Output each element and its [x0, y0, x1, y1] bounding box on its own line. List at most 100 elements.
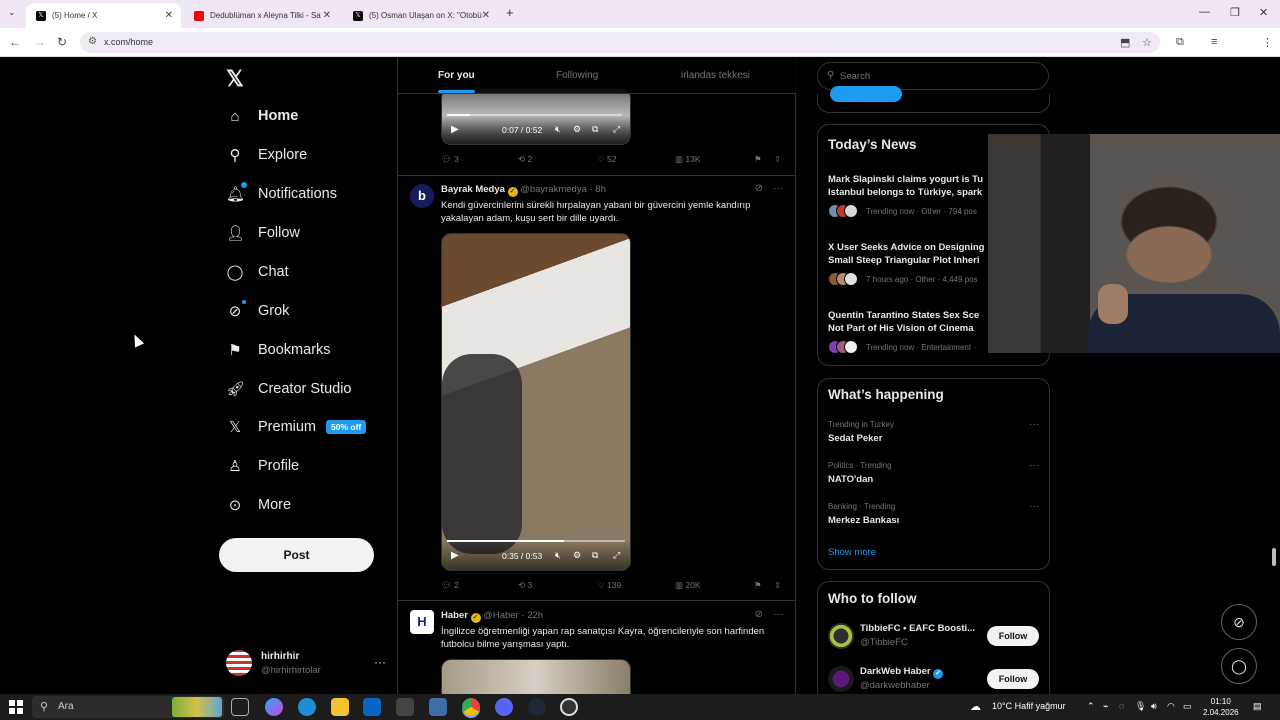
- page-scrollbar[interactable]: [1272, 548, 1276, 566]
- account-switcher[interactable]: hirhirhir @hirhirhirtolar ···: [226, 648, 386, 678]
- nav-item-premium[interactable]: 𝕏 Premium 50% off: [226, 412, 367, 442]
- share-icon[interactable]: ⇪: [774, 154, 781, 165]
- wifi-icon[interactable]: ◠: [1167, 701, 1175, 712]
- tab-irlandas-tekkesi[interactable]: irlandas tekkesi: [681, 70, 750, 81]
- settings-icon[interactable]: ⚙: [573, 124, 581, 135]
- nav-item-more[interactable]: ⊙ More: [226, 490, 291, 520]
- address-bar[interactable]: ⚙ x.com/home: [80, 32, 1160, 53]
- reply-button[interactable]: 💬︎ 2: [441, 580, 459, 591]
- tweet-author-handle[interactable]: @Haber: [483, 610, 519, 621]
- volume-icon[interactable]: 🔊︎: [1151, 701, 1157, 712]
- nav-item-bookmarks[interactable]: ⚑ Bookmarks: [226, 335, 330, 365]
- tweet-author-handle[interactable]: @bayrakmedya: [520, 184, 587, 195]
- browser-tab-x-status[interactable]: 𝕏 (5) Osman Ulaşan on X: "Otobü ✕: [343, 3, 498, 28]
- mute-icon[interactable]: 🔇︎: [555, 550, 561, 561]
- nav-item-follow[interactable]: 👤︎ Follow: [226, 218, 300, 248]
- back-icon[interactable]: ←: [9, 35, 21, 49]
- tweet-author-name[interactable]: Haber: [441, 610, 468, 621]
- tweet-time[interactable]: · 8h: [590, 184, 606, 195]
- tray-app-icon[interactable]: ◌: [1119, 701, 1124, 711]
- nav-item-notifications[interactable]: 🔔︎ Notifications: [226, 179, 337, 209]
- fullscreen-icon[interactable]: ⤢: [613, 550, 620, 561]
- tab-for-you[interactable]: For you: [438, 70, 475, 81]
- messages-fab-icon[interactable]: ◯: [1221, 648, 1257, 684]
- bookmark-icon[interactable]: ⚑: [754, 154, 762, 165]
- share-icon[interactable]: ⇪: [774, 580, 781, 591]
- restore-button[interactable]: ❐: [1230, 6, 1240, 19]
- post-button[interactable]: Post: [219, 538, 374, 572]
- close-tab-icon[interactable]: ✕: [323, 10, 331, 21]
- avatar[interactable]: b: [410, 184, 434, 208]
- like-button[interactable]: ♡ 52: [597, 154, 616, 165]
- site-info-icon[interactable]: ⚙: [88, 36, 97, 47]
- copilot-icon[interactable]: [265, 698, 283, 716]
- pip-icon[interactable]: ⧉: [592, 550, 598, 561]
- nav-item-home[interactable]: ⌂ Home: [226, 101, 298, 131]
- subscribe-button[interactable]: [830, 86, 902, 102]
- x-logo-icon[interactable]: 𝕏: [226, 66, 244, 92]
- steam-icon[interactable]: [528, 698, 546, 716]
- minimize-button[interactable]: —: [1199, 6, 1210, 18]
- tweet-time[interactable]: · 22h: [521, 610, 543, 621]
- grok-explain-icon[interactable]: ⊘: [755, 609, 763, 620]
- play-icon[interactable]: ▶: [451, 550, 459, 561]
- bookmark-star-icon[interactable]: ☆: [1142, 36, 1152, 49]
- trend-more-icon[interactable]: ···: [1029, 419, 1039, 430]
- taskbar-search[interactable]: ⚲ Ara: [32, 696, 224, 718]
- forward-icon[interactable]: →: [34, 35, 46, 49]
- tweet-more-icon[interactable]: ···: [773, 183, 783, 194]
- nav-item-explore[interactable]: ⚲ Explore: [226, 140, 308, 170]
- close-window-button[interactable]: ✕: [1259, 6, 1268, 19]
- reply-button[interactable]: 💬︎ 3: [441, 154, 459, 165]
- repost-button[interactable]: ⟲ 3: [518, 580, 532, 591]
- browser-tab-youtube[interactable]: Dedublüman x Aleyna Tilki - Sa ✕: [184, 3, 339, 28]
- microphone-icon[interactable]: 🎙︎: [1135, 701, 1146, 712]
- avatar[interactable]: H: [410, 610, 434, 634]
- tab-search-chevron-icon[interactable]: ⌄: [8, 7, 16, 18]
- close-tab-icon[interactable]: ✕: [482, 10, 490, 21]
- tab-following[interactable]: Following: [556, 70, 598, 81]
- extensions-icon[interactable]: ⧉: [1176, 36, 1184, 49]
- battery-icon[interactable]: ▭: [1183, 701, 1192, 712]
- tweet-video[interactable]: ▶ 0:07 / 0:52 🔇︎ ⚙ ⧉ ⤢: [441, 88, 631, 145]
- install-app-icon[interactable]: ⬒: [1120, 36, 1130, 49]
- browser-tab-x-home[interactable]: 𝕏 (5) Home / X ✕: [26, 3, 181, 28]
- mute-icon[interactable]: 🔇︎: [555, 124, 561, 135]
- notification-center-icon[interactable]: ▤: [1253, 701, 1262, 712]
- more-options-icon[interactable]: ···: [374, 655, 386, 669]
- media-control-icon[interactable]: ≡: [1211, 36, 1217, 48]
- bookmark-icon[interactable]: ⚑: [754, 580, 762, 591]
- edge-icon[interactable]: [298, 698, 316, 716]
- taskbar-clock[interactable]: 01:10 2.04.2026: [1203, 696, 1239, 718]
- weather-text[interactable]: 10°C Hafif yağmur: [992, 701, 1066, 711]
- follow-button[interactable]: Follow: [987, 669, 1039, 689]
- store-icon[interactable]: [396, 698, 414, 716]
- task-view-icon[interactable]: [231, 698, 249, 716]
- trend-more-icon[interactable]: ···: [1029, 501, 1039, 512]
- tray-overflow-icon[interactable]: ⌃: [1087, 701, 1095, 712]
- tweet-video[interactable]: ▶ 0:35 / 0:53 🔇︎ ⚙ ⧉ ⤢: [441, 233, 631, 571]
- pip-icon[interactable]: ⧉: [592, 124, 598, 135]
- obs-icon[interactable]: [560, 698, 578, 716]
- views-count[interactable]: ▥ 13K: [675, 154, 701, 165]
- follow-button[interactable]: Follow: [987, 626, 1039, 646]
- repost-button[interactable]: ⟲ 2: [518, 154, 532, 165]
- nav-item-chat[interactable]: ◯ Chat: [226, 257, 289, 287]
- trend-more-icon[interactable]: ···: [1029, 460, 1039, 471]
- play-icon[interactable]: ▶: [451, 124, 459, 135]
- reload-icon[interactable]: ↻: [57, 35, 67, 49]
- like-button[interactable]: ♡ 139: [597, 580, 621, 591]
- grok-fab-icon[interactable]: ⊘: [1221, 604, 1257, 640]
- outlook-icon[interactable]: [363, 698, 381, 716]
- settings-icon[interactable]: ⚙: [573, 550, 581, 561]
- close-tab-icon[interactable]: ✕: [165, 10, 173, 21]
- tweet-more-icon[interactable]: ···: [773, 609, 783, 620]
- windows-start-icon[interactable]: [9, 700, 23, 714]
- file-explorer-icon[interactable]: [331, 698, 349, 716]
- grok-explain-icon[interactable]: ⊘: [755, 183, 763, 194]
- browser-menu-icon[interactable]: ⋮: [1262, 36, 1273, 49]
- chrome-icon[interactable]: [462, 698, 480, 716]
- nav-item-grok[interactable]: ⊘ Grok: [226, 296, 289, 326]
- tweet-author-name[interactable]: Bayrak Medya: [441, 184, 505, 195]
- nav-item-creator-studio[interactable]: 🚀︎ Creator Studio: [226, 374, 352, 404]
